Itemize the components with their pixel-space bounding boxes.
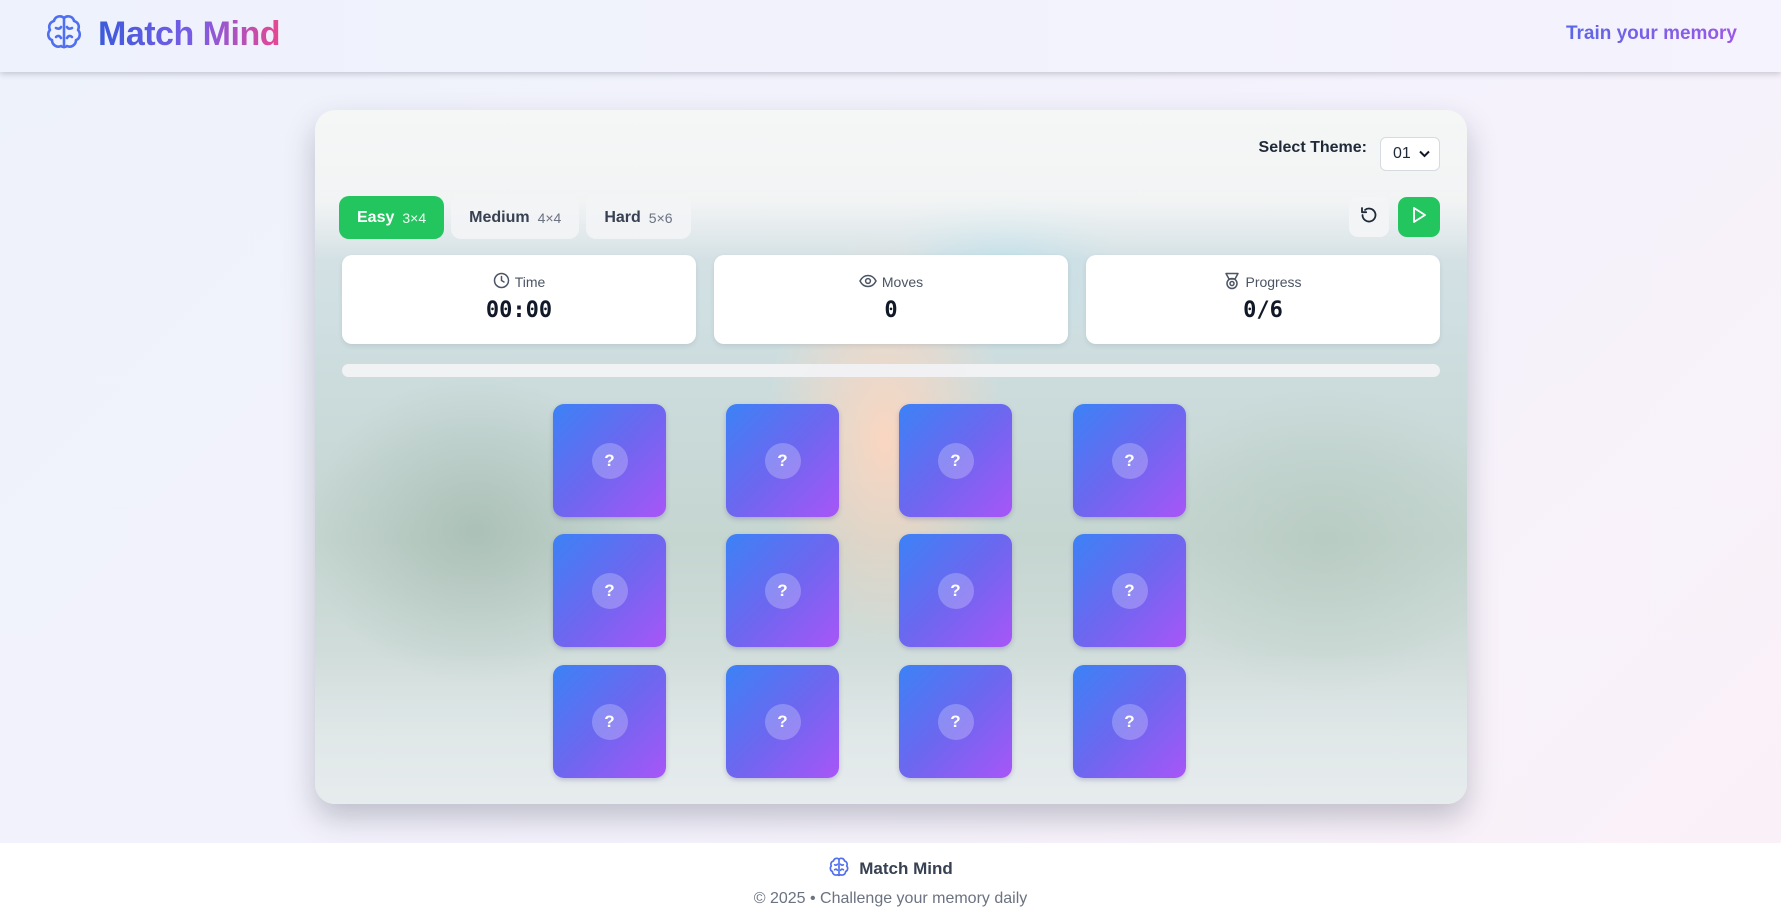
footer-brand-name: Match Mind xyxy=(859,859,953,878)
card-face: ? xyxy=(764,442,801,479)
card-face: ? xyxy=(937,703,974,740)
stat-label: Progress xyxy=(1245,274,1302,290)
memory-card[interactable]: ? xyxy=(553,534,666,647)
difficulty-hard-button[interactable]: Hard 5×6 xyxy=(586,196,691,239)
stat-label: Time xyxy=(514,274,546,290)
memory-card[interactable]: ? xyxy=(726,534,839,647)
card-face: ? xyxy=(591,572,628,609)
footer-brand: Match Mind xyxy=(0,857,1781,881)
memory-card[interactable]: ? xyxy=(726,665,839,778)
clock-icon xyxy=(493,272,510,292)
memory-card[interactable]: ? xyxy=(899,665,1012,778)
difficulty-size: 3×4 xyxy=(402,209,427,226)
brain-icon xyxy=(828,856,850,883)
stat-label: Moves xyxy=(881,274,924,290)
theme-label: Select Theme: xyxy=(1258,139,1367,156)
card-face: ? xyxy=(591,442,628,479)
eye-icon xyxy=(859,274,877,291)
memory-card[interactable]: ? xyxy=(553,404,666,517)
progress-bar xyxy=(342,364,1440,377)
reset-button[interactable] xyxy=(1349,197,1389,237)
reset-icon xyxy=(1359,205,1379,230)
memory-card[interactable]: ? xyxy=(1073,404,1186,517)
difficulty-size: 5×6 xyxy=(648,209,673,226)
brand[interactable]: Match Mind xyxy=(44,12,280,56)
memory-card[interactable]: ? xyxy=(899,534,1012,647)
card-face: ? xyxy=(937,572,974,609)
memory-card[interactable]: ? xyxy=(1073,534,1186,647)
play-icon xyxy=(1409,205,1429,230)
difficulty-easy-button[interactable]: Easy 3×4 xyxy=(339,196,445,239)
stat-progress: Progress 0/6 xyxy=(1086,255,1440,344)
medal-icon xyxy=(1224,272,1240,293)
card-face: ? xyxy=(764,572,801,609)
start-button[interactable] xyxy=(1398,197,1440,237)
moves-value: 0 xyxy=(884,298,898,323)
theme-select-value: 01 xyxy=(1393,145,1411,162)
app-footer: Match Mind © 2025 • Challenge your memor… xyxy=(0,843,1781,918)
card-face: ? xyxy=(1111,572,1148,609)
game-panel: Select Theme: 01 Easy 3×4 Medium 4×4 Har… xyxy=(315,110,1467,804)
card-face: ? xyxy=(591,703,628,740)
card-face: ? xyxy=(1111,703,1148,740)
difficulty-size: 4×4 xyxy=(537,209,562,226)
app-header: Match Mind Train your memory xyxy=(0,0,1781,72)
footer-copyright: © 2025 • Challenge your memory daily xyxy=(753,890,1028,907)
difficulty-label: Easy xyxy=(357,208,395,226)
card-face: ? xyxy=(1111,442,1148,479)
brain-icon xyxy=(44,12,84,57)
header-tagline[interactable]: Train your memory xyxy=(1566,23,1737,45)
time-value: 00:00 xyxy=(485,298,553,323)
difficulty-selector: Easy 3×4 Medium 4×4 Hard 5×6 xyxy=(339,196,691,239)
chevron-down-icon xyxy=(1419,145,1430,163)
memory-card[interactable]: ? xyxy=(899,404,1012,517)
theme-select[interactable]: 01 xyxy=(1380,137,1440,171)
card-face: ? xyxy=(764,703,801,740)
difficulty-label: Medium xyxy=(469,208,530,226)
stat-time: Time 00:00 xyxy=(342,255,696,344)
memory-card[interactable]: ? xyxy=(1073,665,1186,778)
difficulty-label: Hard xyxy=(604,208,641,226)
memory-card[interactable]: ? xyxy=(553,665,666,778)
progress-value: 0/6 xyxy=(1243,298,1283,323)
card-face: ? xyxy=(937,442,974,479)
stat-moves: Moves 0 xyxy=(714,255,1068,344)
app-title: Match Mind xyxy=(98,14,280,53)
difficulty-medium-button[interactable]: Medium 4×4 xyxy=(451,196,580,239)
memory-card[interactable]: ? xyxy=(726,404,839,517)
